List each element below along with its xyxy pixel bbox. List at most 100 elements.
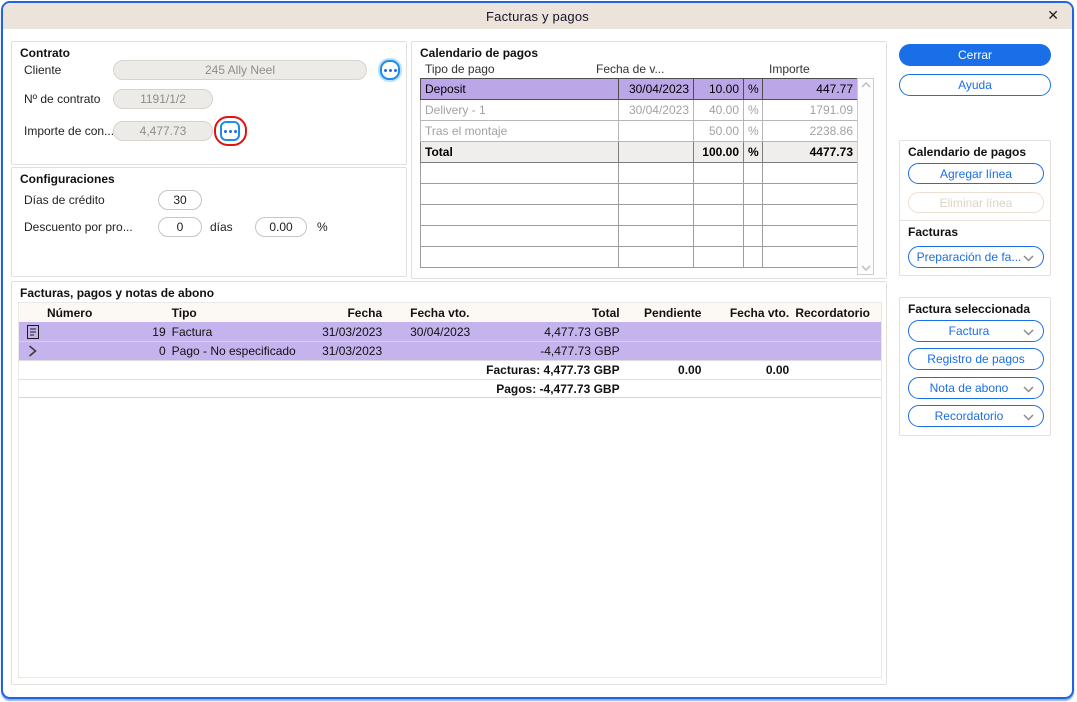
cal-cell-tipo: Total (420, 141, 619, 163)
cell-total: -4,477.73 GBP (540, 344, 620, 358)
cal-cell-fecha (618, 141, 694, 163)
header-numero: Número (46, 305, 93, 320)
cal-header-tipo: Tipo de pago (425, 62, 495, 76)
cell-numero: 19 (152, 324, 166, 339)
cal-cell-importe: 4477.73 (762, 141, 858, 163)
cliente-label: Cliente (24, 63, 62, 77)
cal-header-importe: Importe (769, 62, 810, 76)
cal-row-deposit[interactable]: Deposit 30/04/2023 10.00 % 447.77 (420, 78, 858, 100)
chevron-down-icon (1023, 386, 1034, 393)
cal-row-empty[interactable] (420, 183, 858, 205)
num-contrato-label: Nº de contrato (24, 92, 101, 106)
group-contrato-label: Contrato (20, 46, 70, 60)
calendario-table: Deposit 30/04/2023 10.00 % 447.77 Delive… (420, 78, 858, 268)
preparacion-facturas-label: Preparación de fa... (916, 250, 1022, 264)
pagos-total-label: Pagos: -4,477.73 GBP (496, 381, 620, 396)
facturas-header-row: Número Tipo Fecha Fecha vto. Total Pendi… (19, 303, 881, 322)
pago-row[interactable]: 0 Pago - No especificado 31/03/2023 -4,4… (19, 341, 881, 360)
descuento-label: Descuento por pro... (24, 220, 133, 234)
dot-icon (223, 129, 227, 133)
cal-cell-fecha[interactable]: 30/04/2023 (618, 99, 694, 121)
header-pendiente: Pendiente (644, 305, 702, 320)
cal-row-delivery[interactable]: Delivery - 1 30/04/2023 40.00 % 1791.09 (420, 99, 858, 121)
chevron-right-icon[interactable] (19, 345, 47, 357)
facturas-table: Número Tipo Fecha Fecha vto. Total Pendi… (18, 302, 882, 678)
cal-cell-sign: % (743, 78, 763, 100)
cal-cell-fecha[interactable]: 30/04/2023 (618, 78, 694, 100)
nota-abono-button[interactable]: Nota de abono (908, 377, 1044, 399)
cal-cell-sign: % (743, 120, 763, 142)
cliente-lookup-button[interactable] (380, 60, 400, 80)
agregar-linea-button[interactable]: Agregar línea (908, 163, 1044, 184)
ayuda-button[interactable]: Ayuda (899, 74, 1051, 96)
cal-row-tras-montaje[interactable]: Tras el montaje 50.00 % 2238.86 (420, 120, 858, 142)
cliente-field[interactable]: 245 Ally Neel (113, 60, 367, 80)
group-contrato: Contrato Cliente 245 Ally Neel Nº de con… (11, 41, 407, 165)
cal-cell-sign: % (743, 141, 763, 163)
header-fecha-vto: Fecha vto. (410, 305, 470, 320)
cal-cell-tipo[interactable]: Tras el montaje (420, 120, 619, 142)
close-icon[interactable]: ✕ (1047, 7, 1059, 24)
registro-pagos-button[interactable]: Registro de pagos (908, 348, 1044, 370)
calendario-scrollbar[interactable] (857, 78, 874, 275)
header-total: Total (591, 305, 620, 320)
pct-suffix-label: % (317, 220, 328, 234)
scroll-up-icon[interactable] (860, 82, 871, 88)
dialog-facturas-y-pagos: Facturas y pagos ✕ Contrato Cliente 245 … (1, 1, 1074, 699)
actions-facturas-label: Facturas (908, 225, 959, 239)
invoice-icon (19, 324, 47, 339)
header-tipo: Tipo (171, 305, 197, 320)
dot-icon (383, 68, 387, 72)
chevron-down-icon (1023, 414, 1034, 421)
cal-cell-tipo[interactable]: Delivery - 1 (420, 99, 619, 121)
cal-row-empty[interactable] (420, 246, 858, 268)
factura-row[interactable]: 19 Factura 31/03/2023 30/04/2023 4,477.7… (19, 322, 881, 341)
dialog-title: Facturas y pagos (486, 8, 589, 24)
cal-cell-tipo[interactable]: Deposit (420, 78, 619, 100)
cell-fecha: 31/03/2023 (322, 324, 383, 339)
cell-fecha: 31/03/2023 (322, 344, 383, 358)
cal-row-empty[interactable] (420, 204, 858, 226)
cal-cell-pct[interactable]: 40.00 (693, 99, 744, 121)
dias-credito-label: Días de crédito (24, 193, 105, 207)
chevron-down-icon (1023, 329, 1034, 336)
cal-cell-fecha[interactable] (618, 120, 694, 142)
cal-cell-pct[interactable]: 50.00 (693, 120, 744, 142)
factura-button[interactable]: Factura (908, 320, 1044, 342)
dias-credito-field[interactable]: 30 (158, 190, 202, 210)
eliminar-linea-button[interactable]: Eliminar línea (908, 192, 1044, 213)
facturas-total-fecha-vto: 0.00 (765, 363, 790, 377)
descuento-dias-field[interactable]: 0 (158, 217, 202, 237)
scroll-down-icon[interactable] (860, 265, 871, 271)
importe-ellipsis-button[interactable] (220, 121, 240, 141)
cal-cell-importe[interactable]: 1791.09 (762, 99, 858, 121)
cal-cell-importe[interactable]: 447.77 (762, 78, 858, 100)
dot-icon (233, 129, 237, 133)
facturas-total-pendiente: 0.00 (678, 363, 702, 377)
cell-fecha-vto: 30/04/2023 (410, 324, 471, 339)
cal-row-empty[interactable] (420, 225, 858, 247)
importe-contrato-field[interactable]: 4,477.73 (113, 121, 213, 141)
actions-calendario-label: Calendario de pagos (908, 145, 1027, 159)
recordatorio-button[interactable]: Recordatorio (908, 405, 1044, 427)
facturas-total-label: Facturas: 4,477.73 GBP (486, 363, 620, 377)
cell-tipo: Factura (171, 324, 213, 339)
group-actions-facturas: Facturas Preparación de fa... (899, 220, 1051, 276)
titlebar: Facturas y pagos ✕ (3, 3, 1072, 29)
factura-seleccionada-label: Factura seleccionada (908, 302, 1031, 316)
group-calendario-pagos: Calendario de pagos Tipo de pago Fecha d… (411, 41, 887, 279)
cal-row-empty[interactable] (420, 162, 858, 184)
facturas-total-row: Facturas: 4,477.73 GBP 0.00 0.00 (19, 360, 881, 379)
dias-suffix-label: días (210, 220, 233, 234)
descuento-pct-field[interactable]: 0.00 (255, 217, 307, 237)
cal-header-fecha: Fecha de v... (596, 62, 665, 76)
header-recordatorio: Recordatorio (795, 305, 871, 320)
num-contrato-field[interactable]: 1191/1/2 (113, 89, 213, 109)
cerrar-button[interactable]: Cerrar (899, 44, 1051, 66)
factura-button-label: Factura (948, 324, 990, 338)
group-configuraciones-label: Configuraciones (20, 172, 115, 186)
cal-cell-pct[interactable]: 10.00 (693, 78, 744, 100)
cal-cell-importe[interactable]: 2238.86 (762, 120, 858, 142)
recordatorio-label: Recordatorio (934, 409, 1004, 423)
preparacion-facturas-button[interactable]: Preparación de fa... (908, 246, 1044, 268)
